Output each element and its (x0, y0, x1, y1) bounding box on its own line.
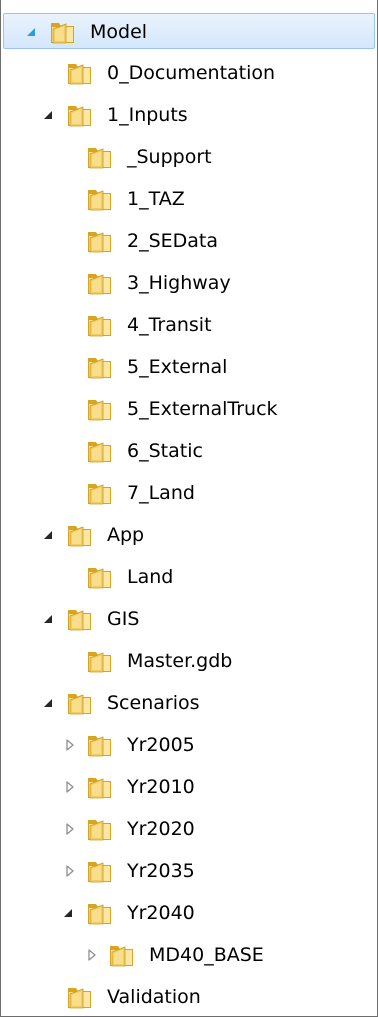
expanded-arrow-icon[interactable] (24, 25, 38, 39)
collapsed-arrow-icon[interactable] (63, 738, 77, 752)
tree-node-label: Model (90, 21, 148, 43)
tree-node-support[interactable]: _Support (1, 139, 377, 175)
tree-node-label: App (107, 524, 145, 546)
folder-icon (107, 941, 137, 969)
tree-node-label: 7_Land (127, 482, 195, 504)
folder-icon (85, 899, 115, 927)
tree-node-yr2035[interactable]: Yr2035 (1, 853, 377, 889)
tree-node-5-external[interactable]: 5_External (1, 349, 377, 385)
tree-node-app[interactable]: App (1, 517, 377, 553)
tree-node-3-highway[interactable]: 3_Highway (1, 265, 377, 301)
folder-icon (48, 18, 78, 46)
folder-icon (85, 479, 115, 507)
tree-node-yr2005[interactable]: Yr2005 (1, 727, 377, 763)
tree-node-label: Land (127, 566, 174, 588)
tree-node-5-externaltruck[interactable]: 5_ExternalTruck (1, 391, 377, 427)
tree-node-label: 6_Static (127, 440, 203, 462)
tree-node-label: Scenarios (107, 692, 200, 714)
tree-node-model[interactable]: Model (3, 13, 375, 49)
folder-icon (65, 521, 95, 549)
tree-node-label: 2_SEData (127, 230, 219, 252)
folder-icon (85, 773, 115, 801)
folder-icon (85, 185, 115, 213)
folder-icon (85, 815, 115, 843)
folder-icon (85, 857, 115, 885)
folder-icon (85, 269, 115, 297)
tree-node-label: Yr2020 (127, 818, 195, 840)
folder-icon (65, 689, 95, 717)
tree-node-label: 5_External (127, 356, 228, 378)
tree-node-master-gdb[interactable]: Master.gdb (1, 643, 377, 679)
folder-icon (85, 731, 115, 759)
tree-node-7-land[interactable]: 7_Land (1, 475, 377, 511)
tree-node-yr2020[interactable]: Yr2020 (1, 811, 377, 847)
folder-icon (85, 311, 115, 339)
collapsed-arrow-icon[interactable] (63, 864, 77, 878)
folder-icon (85, 395, 115, 423)
tree-node-6-static[interactable]: 6_Static (1, 433, 377, 469)
collapsed-arrow-icon[interactable] (63, 780, 77, 794)
folder-tree-pane[interactable]: Model 0_Documentation 1_Inputs _Support … (0, 0, 378, 1017)
folder-icon (65, 59, 95, 87)
tree-node-scenarios[interactable]: Scenarios (1, 685, 377, 721)
tree-node-0-documentation[interactable]: 0_Documentation (1, 55, 377, 91)
expanded-arrow-icon[interactable] (41, 108, 55, 122)
tree-node-md40-base[interactable]: MD40_BASE (1, 937, 377, 973)
folder-icon (85, 437, 115, 465)
tree-node-2-sedata[interactable]: 2_SEData (1, 223, 377, 259)
folder-icon (65, 605, 95, 633)
tree-node-1-inputs[interactable]: 1_Inputs (1, 97, 377, 133)
tree-node-validation[interactable]: Validation (1, 979, 377, 1015)
expanded-arrow-icon[interactable] (61, 906, 75, 920)
expanded-arrow-icon[interactable] (41, 528, 55, 542)
folder-icon (65, 983, 95, 1011)
tree-node-gis[interactable]: GIS (1, 601, 377, 637)
expanded-arrow-icon[interactable] (41, 696, 55, 710)
tree-node-label: GIS (107, 608, 140, 630)
expanded-arrow-icon[interactable] (41, 612, 55, 626)
tree-node-label: MD40_BASE (149, 944, 264, 966)
folder-icon (85, 353, 115, 381)
tree-node-yr2040[interactable]: Yr2040 (1, 895, 377, 931)
tree-node-1-taz[interactable]: 1_TAZ (1, 181, 377, 217)
tree-node-yr2010[interactable]: Yr2010 (1, 769, 377, 805)
tree-node-label: 1_Inputs (107, 104, 188, 126)
tree-node-label: Yr2040 (127, 902, 195, 924)
tree-node-label: 3_Highway (127, 272, 231, 294)
tree-node-label: 5_ExternalTruck (127, 398, 278, 420)
tree-node-label: Validation (107, 986, 201, 1008)
folder-icon (85, 143, 115, 171)
tree-node-label: 4_Transit (127, 314, 212, 336)
tree-node-label: Master.gdb (127, 650, 233, 672)
tree-node-land[interactable]: Land (1, 559, 377, 595)
tree-node-label: Yr2010 (127, 776, 195, 798)
folder-icon (85, 647, 115, 675)
tree-node-label: Yr2035 (127, 860, 195, 882)
folder-icon (85, 563, 115, 591)
tree-node-label: 0_Documentation (107, 62, 276, 84)
folder-icon (85, 227, 115, 255)
collapsed-arrow-icon[interactable] (63, 822, 77, 836)
tree-node-4-transit[interactable]: 4_Transit (1, 307, 377, 343)
tree-node-label: _Support (127, 146, 212, 168)
collapsed-arrow-icon[interactable] (85, 948, 99, 962)
tree-node-label: Yr2005 (127, 734, 195, 756)
tree-node-label: 1_TAZ (127, 188, 185, 210)
folder-icon (65, 101, 95, 129)
